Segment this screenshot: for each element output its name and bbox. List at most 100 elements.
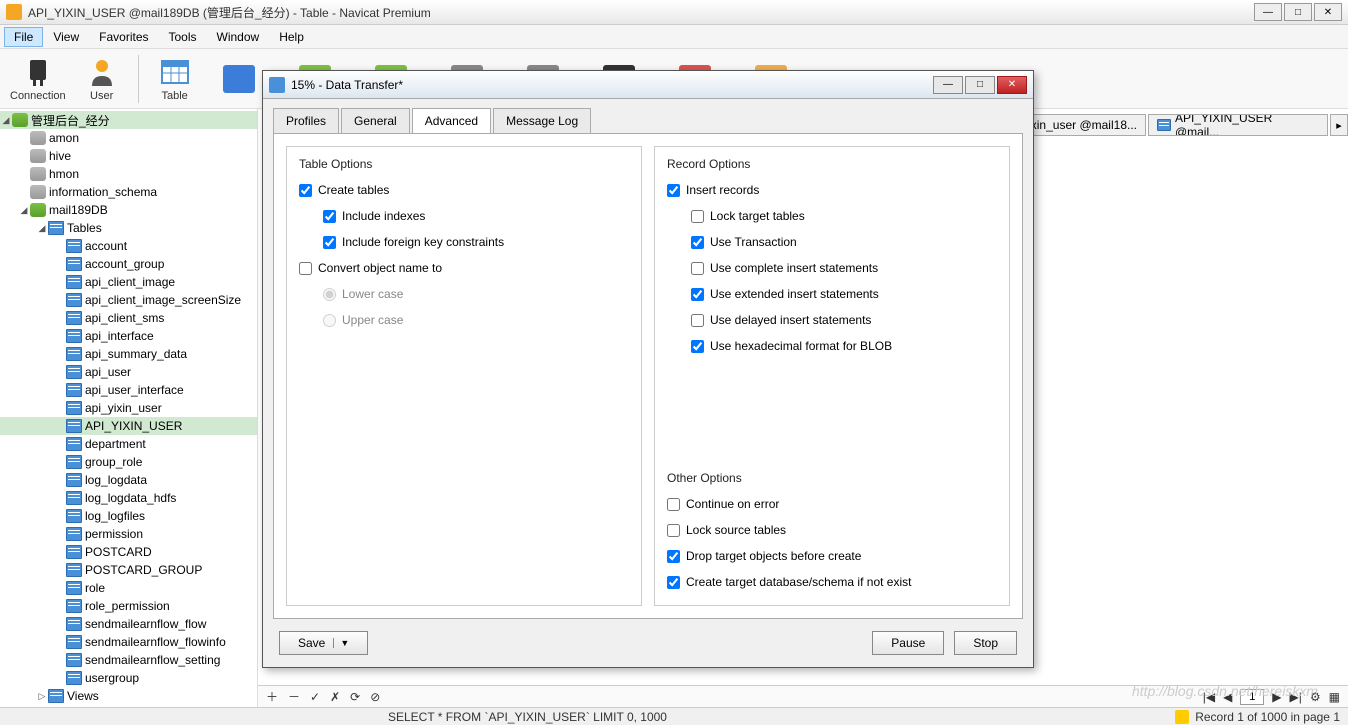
chk-drop-target[interactable]: Drop target objects before create — [667, 543, 997, 569]
tree-node[interactable]: information_schema — [0, 183, 257, 201]
close-button[interactable]: ✕ — [1314, 3, 1342, 21]
tree-node[interactable]: log_logdata_hdfs — [0, 489, 257, 507]
tree-node[interactable]: role — [0, 579, 257, 597]
tree-node[interactable]: API_YIXIN_USER — [0, 417, 257, 435]
toolbar-connection-label: Connection — [10, 90, 66, 102]
tree-node[interactable]: api_client_image — [0, 273, 257, 291]
dialog-maximize-button[interactable]: □ — [965, 76, 995, 94]
nav-remove-icon[interactable]: － — [288, 688, 300, 705]
tree-node[interactable]: ◢Tables — [0, 219, 257, 237]
tab-advanced[interactable]: Advanced — [412, 108, 491, 133]
tree-node[interactable]: api_yixin_user — [0, 399, 257, 417]
doc-tab-more[interactable]: ▸ — [1330, 114, 1348, 136]
dialog-icon — [269, 77, 285, 93]
tree-node[interactable]: hive — [0, 147, 257, 165]
menu-help[interactable]: Help — [269, 27, 314, 47]
tree-node[interactable]: department — [0, 435, 257, 453]
tab-general[interactable]: General — [341, 108, 410, 133]
chk-include-fk[interactable]: Include foreign key constraints — [299, 229, 629, 255]
chk-continue-error[interactable]: Continue on error — [667, 491, 997, 517]
tbl-icon — [66, 437, 82, 451]
tree-node[interactable]: api_user_interface — [0, 381, 257, 399]
tree-node[interactable]: api_client_image_screenSize — [0, 291, 257, 309]
nav-add-icon[interactable]: ＋ — [266, 688, 278, 705]
pause-button[interactable]: Pause — [872, 631, 944, 655]
chk-convert-name[interactable]: Convert object name to — [299, 255, 629, 281]
ribbon-icon-1[interactable] — [223, 65, 255, 93]
menu-file[interactable]: File — [4, 27, 43, 47]
tree-node[interactable]: api_interface — [0, 327, 257, 345]
dialog-minimize-button[interactable]: — — [933, 76, 963, 94]
menu-favorites[interactable]: Favorites — [89, 27, 158, 47]
tree-node[interactable]: account — [0, 237, 257, 255]
tab-message-log[interactable]: Message Log — [493, 108, 591, 133]
doc-tab-2[interactable]: API_YIXIN_USER @mail... — [1148, 114, 1328, 136]
tree-node[interactable]: sendmailearnflow_flow — [0, 615, 257, 633]
tbl-icon — [66, 545, 82, 559]
nav-stop-icon[interactable]: ⊘ — [370, 690, 380, 704]
tree-node[interactable]: permission — [0, 525, 257, 543]
table-options-title: Table Options — [299, 157, 629, 171]
tree-node[interactable]: role_permission — [0, 597, 257, 615]
nav-grid-icon[interactable]: ▦ — [1329, 690, 1340, 704]
chk-lock-source[interactable]: Lock source tables — [667, 517, 997, 543]
table-icon — [159, 56, 191, 88]
tree-node[interactable]: log_logdata — [0, 471, 257, 489]
tree-node[interactable]: sendmailearnflow_flowinfo — [0, 633, 257, 651]
chk-use-transaction[interactable]: Use Transaction — [667, 229, 997, 255]
tree-node[interactable]: log_logfiles — [0, 507, 257, 525]
tbl-icon — [66, 383, 82, 397]
tree-node[interactable]: sendmailearnflow_setting — [0, 651, 257, 669]
maximize-button[interactable]: □ — [1284, 3, 1312, 21]
nav-check-icon[interactable]: ✓ — [310, 690, 320, 704]
tree-node[interactable]: amon — [0, 129, 257, 147]
chk-extended-insert[interactable]: Use extended insert statements — [667, 281, 997, 307]
page-input[interactable] — [1240, 689, 1264, 705]
menu-window[interactable]: Window — [207, 27, 270, 47]
tbl-icon — [66, 563, 82, 577]
nav-last-icon[interactable]: ▶| — [1290, 690, 1302, 704]
tree-node[interactable]: account_group — [0, 255, 257, 273]
minimize-button[interactable]: — — [1254, 3, 1282, 21]
chk-hex-blob[interactable]: Use hexadecimal format for BLOB — [667, 333, 997, 359]
menu-tools[interactable]: Tools — [159, 27, 207, 47]
tree-node[interactable]: POSTCARD_GROUP — [0, 561, 257, 579]
db-icon-gray — [30, 185, 46, 199]
toolbar-connection[interactable]: Connection — [10, 56, 66, 102]
tree-node[interactable]: hmon — [0, 165, 257, 183]
connection-tree[interactable]: ◢管理后台_经分amonhivehmoninformation_schema◢m… — [0, 109, 258, 707]
radio-lower-case: Lower case — [299, 281, 629, 307]
tree-node[interactable]: api_client_sms — [0, 309, 257, 327]
chk-complete-insert[interactable]: Use complete insert statements — [667, 255, 997, 281]
chk-create-db[interactable]: Create target database/schema if not exi… — [667, 569, 997, 595]
nav-refresh-icon[interactable]: ⟳ — [350, 690, 360, 704]
tab-profiles[interactable]: Profiles — [273, 108, 339, 133]
save-button[interactable]: Save▼ — [279, 631, 368, 655]
chk-insert-records[interactable]: Insert records — [667, 177, 997, 203]
chk-delayed-insert[interactable]: Use delayed insert statements — [667, 307, 997, 333]
nav-prev-icon[interactable]: ◀ — [1223, 690, 1232, 704]
tree-node[interactable]: POSTCARD — [0, 543, 257, 561]
dialog-titlebar: 15% - Data Transfer* — □ ✕ — [263, 71, 1033, 99]
nav-cancel-icon[interactable]: ✗ — [330, 690, 340, 704]
toolbar-user[interactable]: User — [86, 56, 118, 102]
nav-next-icon[interactable]: ▶ — [1272, 690, 1281, 704]
stop-button[interactable]: Stop — [954, 631, 1017, 655]
tree-node[interactable]: api_summary_data — [0, 345, 257, 363]
tree-node[interactable]: group_role — [0, 453, 257, 471]
chk-lock-target[interactable]: Lock target tables — [667, 203, 997, 229]
dialog-close-button[interactable]: ✕ — [997, 76, 1027, 94]
nav-first-icon[interactable]: |◀ — [1203, 690, 1215, 704]
tree-node[interactable]: ▷Views — [0, 687, 257, 705]
tree-node[interactable]: usergroup — [0, 669, 257, 687]
menu-view[interactable]: View — [43, 27, 89, 47]
tree-node[interactable]: api_user — [0, 363, 257, 381]
user-icon — [86, 56, 118, 88]
toolbar-table[interactable]: Table — [159, 56, 191, 102]
nav-settings-icon[interactable]: ⚙ — [1310, 690, 1321, 704]
chk-create-tables[interactable]: Create tables — [299, 177, 629, 203]
chk-include-indexes[interactable]: Include indexes — [299, 203, 629, 229]
plug-icon — [22, 56, 54, 88]
tree-node[interactable]: ◢管理后台_经分 — [0, 111, 257, 129]
tree-node[interactable]: ◢mail189DB — [0, 201, 257, 219]
